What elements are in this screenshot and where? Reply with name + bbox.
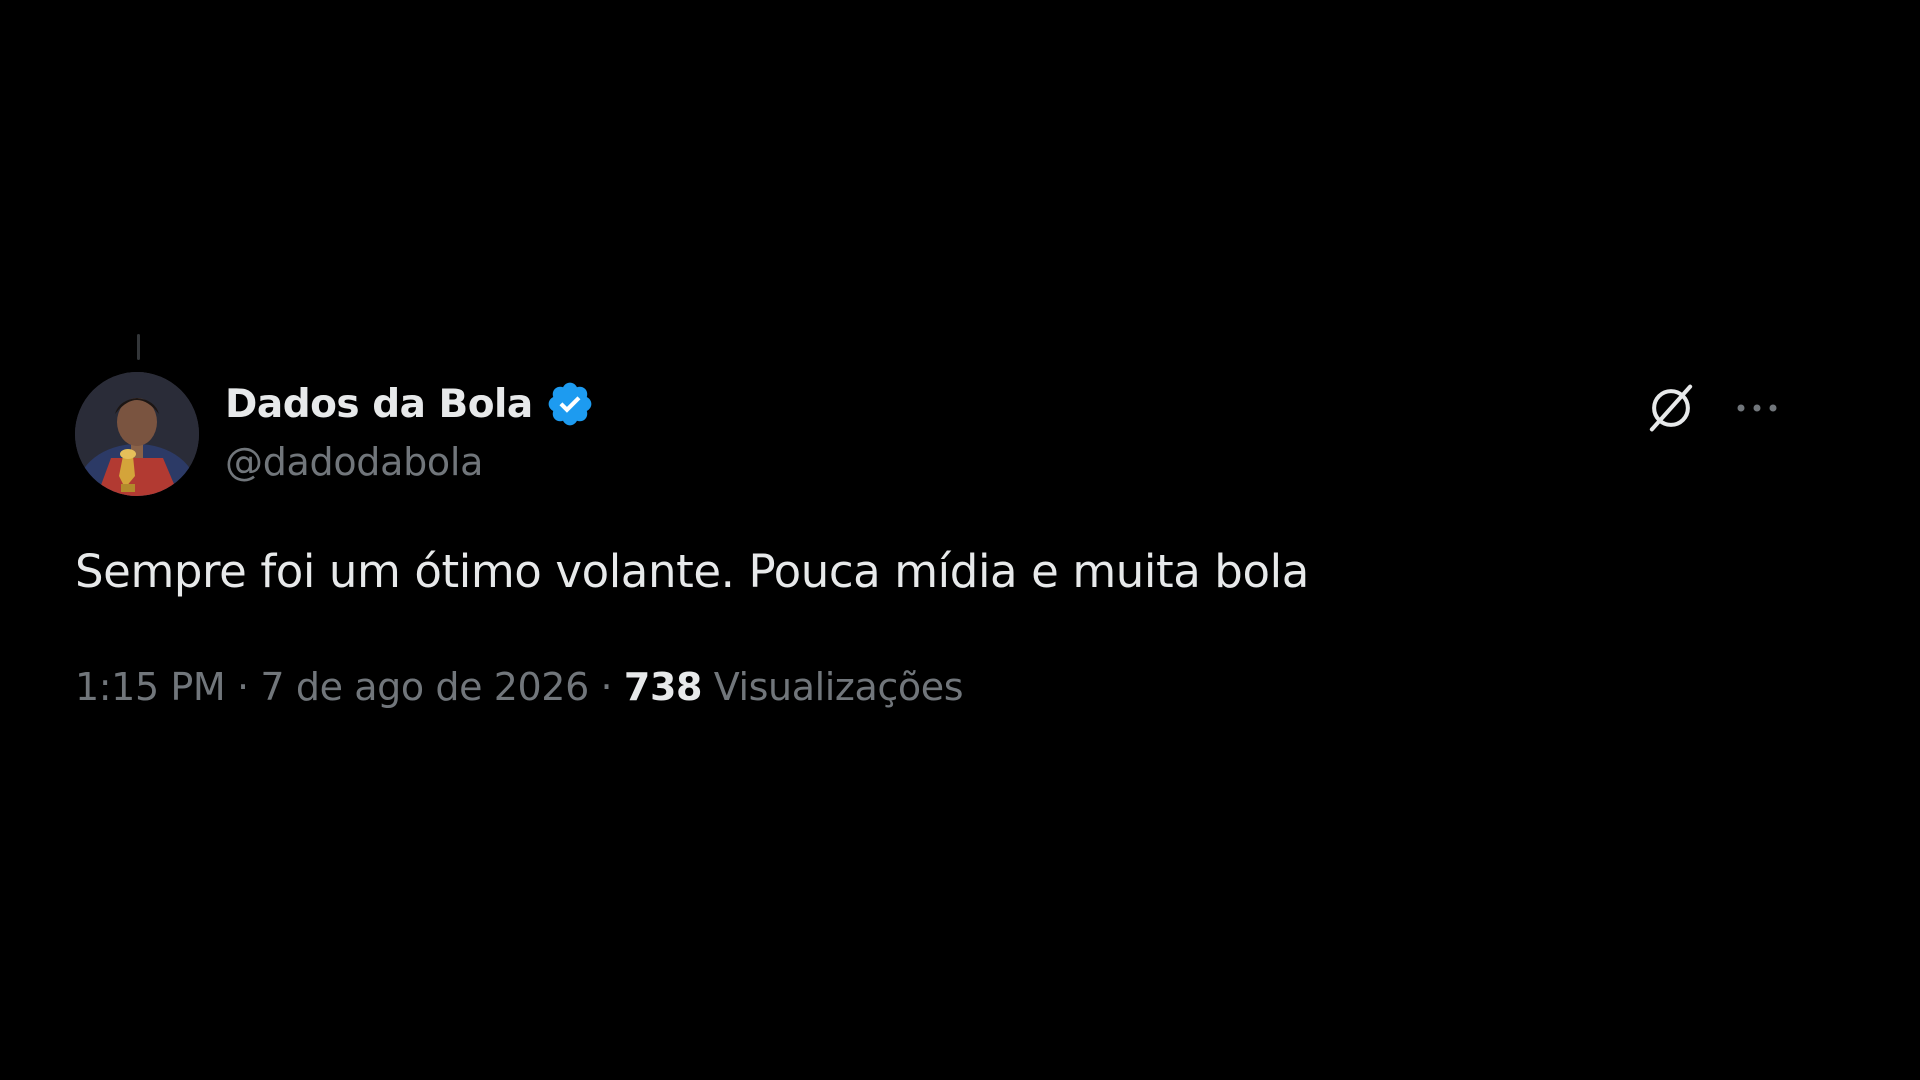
verified-badge-icon[interactable] [545, 379, 595, 429]
tweet-page: Dados da Bola @dadodabola Sempre foi um … [0, 0, 1920, 1080]
more-options-icon[interactable] [1729, 380, 1785, 436]
tweet-card[interactable]: Dados da Bola @dadodabola Sempre foi um … [75, 370, 1845, 730]
tweet-metadata: 1:15 PM · 7 de ago de 2026 · 738 Visuali… [75, 665, 963, 709]
tweet-time[interactable]: 1:15 PM [75, 665, 226, 709]
grok-icon[interactable] [1643, 380, 1699, 436]
views-count: 738 [623, 665, 703, 709]
tweet-actions [1643, 380, 1785, 436]
name-row: Dados da Bola [225, 376, 595, 432]
user-info: Dados da Bola @dadodabola [225, 376, 595, 484]
user-handle[interactable]: @dadodabola [225, 440, 595, 484]
tweet-date[interactable]: 7 de ago de 2026 [260, 665, 589, 709]
meta-separator: · [600, 665, 613, 709]
display-name[interactable]: Dados da Bola [225, 382, 533, 427]
meta-separator: · [237, 665, 249, 709]
tweet-text: Sempre foi um ótimo volante. Pouca mídia… [75, 545, 1309, 598]
thread-connector-line [137, 334, 140, 360]
avatar[interactable] [75, 372, 199, 496]
views-label: Visualizações [713, 665, 964, 709]
avatar-image [75, 372, 199, 496]
